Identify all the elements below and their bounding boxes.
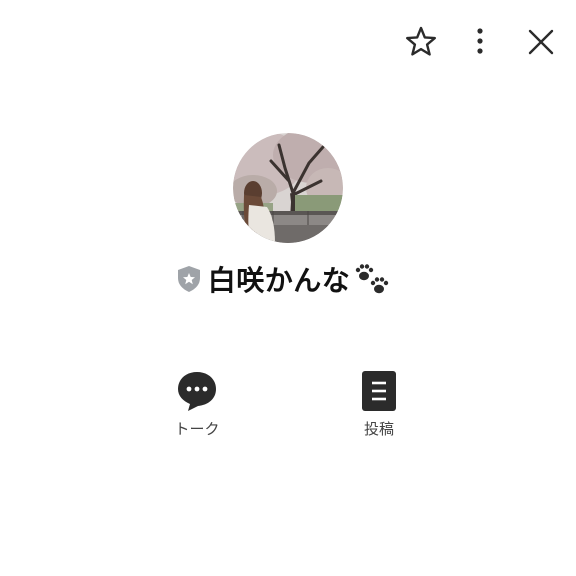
- paw-prints-icon: [356, 264, 389, 294]
- star-outline-icon: [405, 26, 436, 56]
- more-options-button[interactable]: [466, 24, 494, 60]
- post-document-icon: [362, 371, 396, 411]
- shield-star-icon: [177, 266, 200, 292]
- profile-name-row: 白咲かんな: [0, 257, 576, 301]
- talk-button[interactable]: トーク: [166, 370, 228, 439]
- close-button[interactable]: [523, 24, 559, 60]
- chat-bubble-icon: [178, 372, 216, 411]
- posts-label: 投稿: [363, 420, 394, 438]
- more-vertical-icon: [477, 28, 483, 54]
- close-icon: [528, 29, 554, 55]
- profile-name: 白咲かんな: [207, 264, 351, 297]
- profile-avatar[interactable]: [233, 133, 343, 243]
- cherry-blossom-photo: [233, 133, 343, 243]
- talk-label: トーク: [174, 420, 220, 438]
- posts-button[interactable]: 投稿: [348, 370, 410, 439]
- favorite-button[interactable]: [403, 24, 439, 60]
